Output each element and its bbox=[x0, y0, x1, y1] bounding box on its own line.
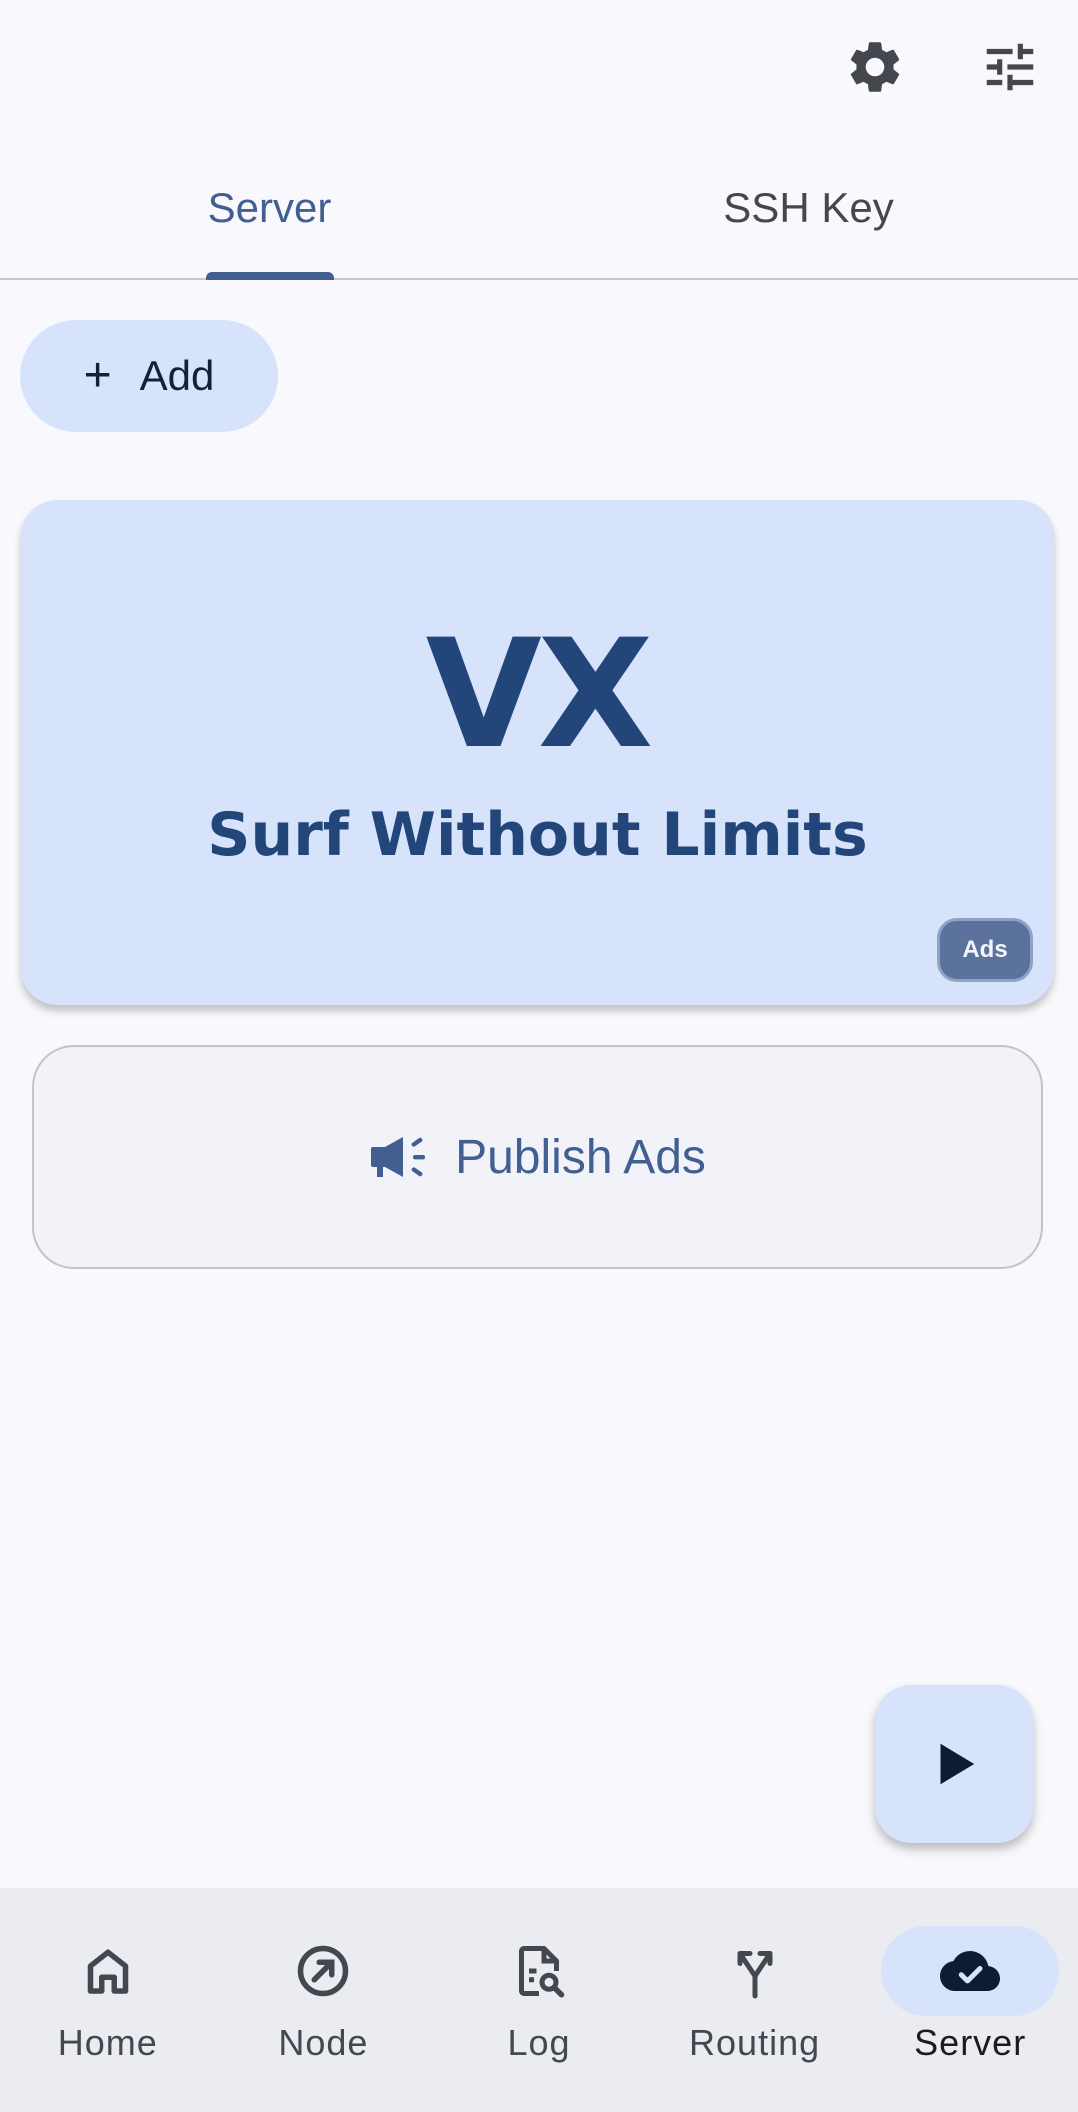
tab-server[interactable]: Server bbox=[0, 142, 539, 280]
nav-label-home: Home bbox=[57, 2022, 158, 2063]
tab-indicator bbox=[205, 272, 334, 280]
nav-item-home[interactable]: Home bbox=[0, 1888, 216, 2112]
nav-label-log: Log bbox=[507, 2022, 571, 2063]
fork-icon bbox=[737, 1951, 773, 1999]
connect-fab[interactable] bbox=[875, 1685, 1033, 1843]
gear-icon[interactable] bbox=[838, 30, 912, 104]
plus-icon: + bbox=[83, 349, 112, 402]
explore-icon bbox=[298, 1945, 349, 1997]
tab-server-label: Server bbox=[207, 184, 332, 231]
nav-item-routing[interactable]: Routing bbox=[647, 1888, 863, 2112]
ad-banner[interactable]: VX Surf Without Limits Ads bbox=[21, 500, 1054, 1005]
bottom-navigation: Home Node Log Routing Server bbox=[0, 1888, 1078, 2112]
home-icon bbox=[87, 1949, 129, 1994]
ad-logo-text: VX bbox=[425, 608, 654, 782]
nav-item-node[interactable]: Node bbox=[216, 1888, 432, 2112]
nav-active-indicator bbox=[881, 1926, 1060, 2016]
nav-item-server[interactable]: Server bbox=[862, 1888, 1078, 2112]
tab-ssh-key-label: SSH Key bbox=[723, 184, 894, 231]
log-search-icon bbox=[518, 1946, 565, 1998]
play-icon bbox=[940, 1743, 975, 1785]
nav-label-node: Node bbox=[278, 2022, 369, 2063]
nav-label-server: Server bbox=[914, 2022, 1027, 2063]
nav-item-log[interactable]: Log bbox=[431, 1888, 647, 2112]
server-screen: Server SSH Key + Add VX Surf Without Lim… bbox=[0, 0, 1078, 2112]
ad-slogan: Surf Without Limits bbox=[207, 800, 868, 870]
tune-icon[interactable] bbox=[973, 30, 1047, 104]
tab-bar: Server SSH Key bbox=[0, 142, 1078, 280]
add-button[interactable]: + Add bbox=[20, 320, 278, 432]
ads-badge: Ads bbox=[937, 918, 1033, 982]
publish-ads-label: Publish Ads bbox=[455, 1130, 706, 1184]
add-button-label: Add bbox=[139, 352, 215, 399]
nav-label-routing: Routing bbox=[689, 2022, 821, 2063]
cloud-done-icon bbox=[940, 1951, 1001, 1991]
publish-ads-button[interactable]: Publish Ads bbox=[32, 1045, 1043, 1269]
campaign-icon bbox=[371, 1137, 426, 1177]
tab-ssh-key[interactable]: SSH Key bbox=[539, 142, 1078, 278]
